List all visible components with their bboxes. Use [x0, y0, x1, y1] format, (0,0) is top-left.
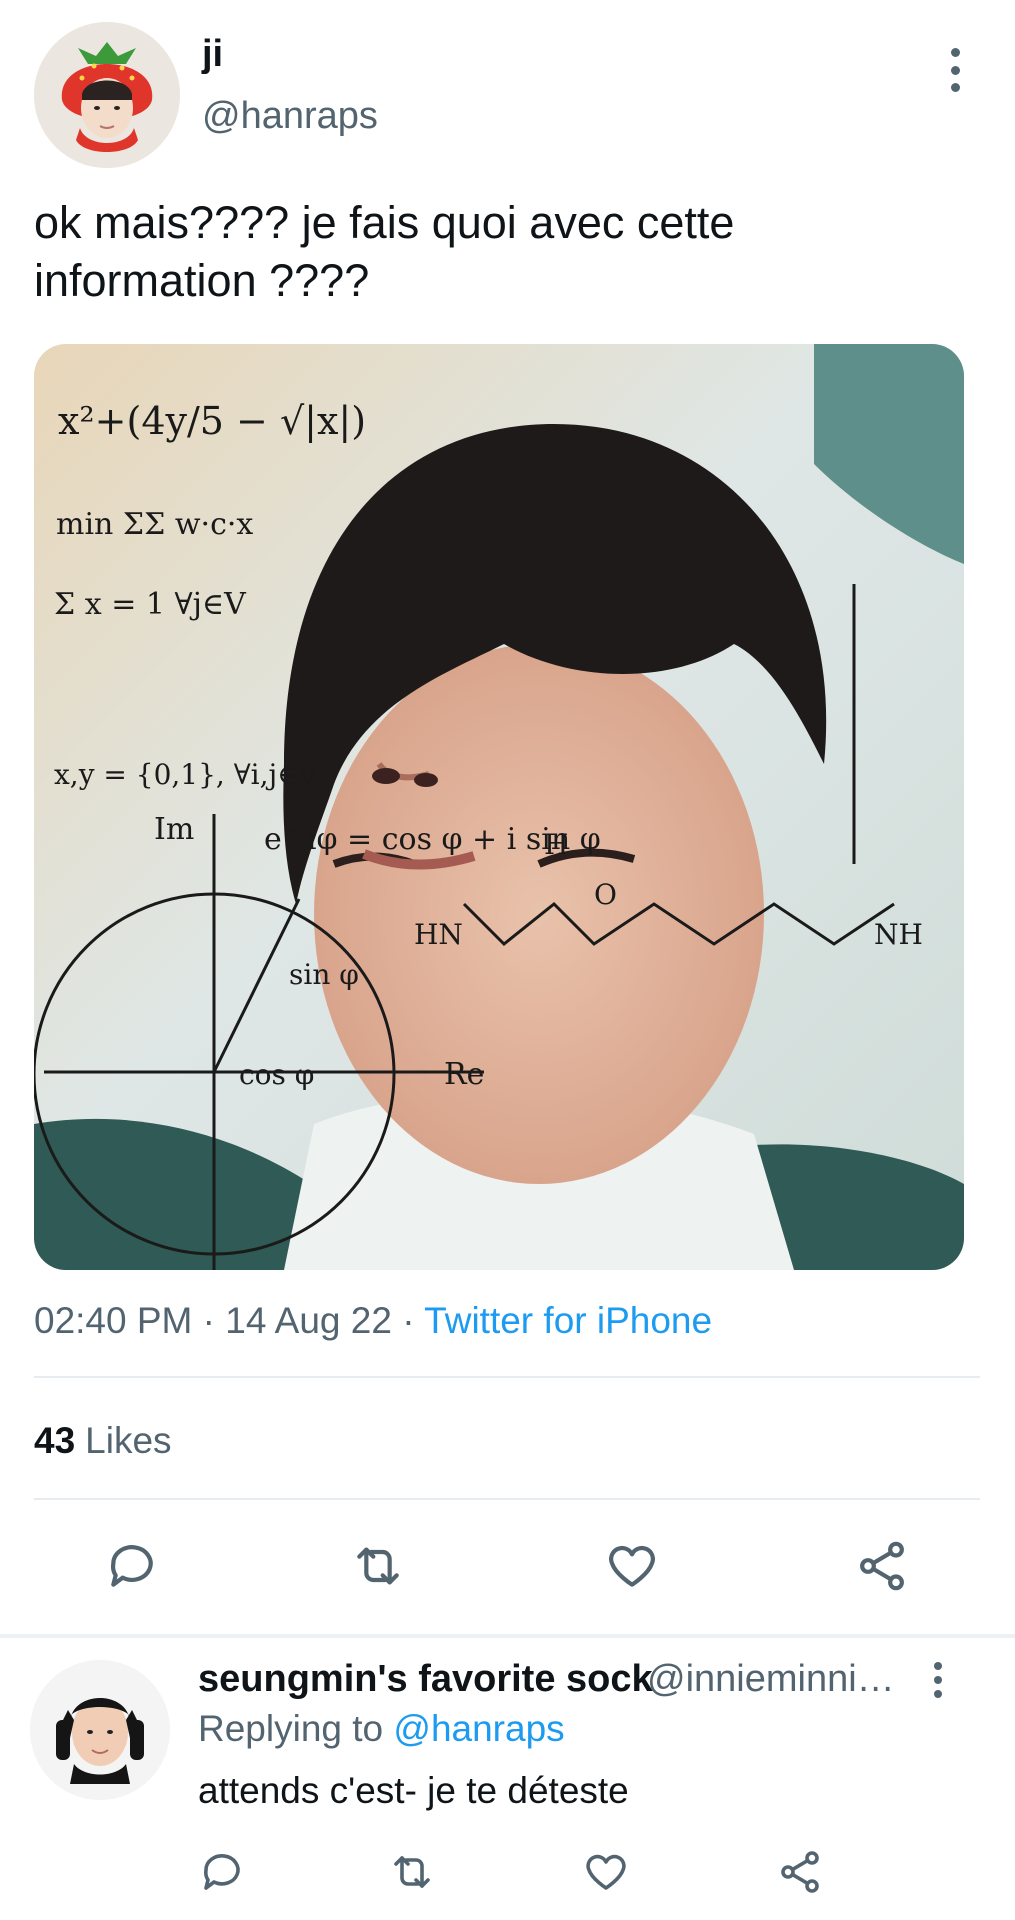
media-formula-1: x²+(4y/5 − √|x|): [58, 399, 366, 443]
meta-separator: ·: [202, 1300, 215, 1341]
tweet-media-image[interactable]: x²+(4y/5 − √|x|) min ΣΣ w·c·x Σ x = 1 ∀j…: [34, 344, 964, 1270]
media-formula-10: HN: [414, 918, 463, 951]
reply-text: attends c'est- je te déteste: [198, 1770, 629, 1811]
likes-count: 43: [34, 1420, 76, 1461]
replying-mention-link[interactable]: @hanraps: [393, 1708, 564, 1749]
media-formula-7: Re: [444, 1057, 484, 1092]
tweet-text: ok mais???? je fais quoi avec cette info…: [34, 197, 735, 306]
divider: [34, 1498, 980, 1500]
like-icon[interactable]: [604, 1538, 660, 1594]
reply-display-name[interactable]: seungmin's favorite sock: [198, 1658, 653, 1701]
tweet-source-link[interactable]: Twitter for iPhone: [424, 1300, 712, 1341]
media-formula-11: NH: [874, 918, 923, 951]
reply-icon[interactable]: [104, 1538, 160, 1594]
replying-prefix: Replying to: [198, 1708, 384, 1749]
share-icon[interactable]: [854, 1538, 910, 1594]
media-formula-13: O: [594, 878, 617, 911]
retweet-icon[interactable]: [350, 1538, 406, 1594]
media-formula-4: x,y = {0,1}, ∀i,j∈V: [54, 758, 319, 791]
reply-user-handle[interactable]: @innieminnie...: [647, 1658, 909, 1701]
like-icon[interactable]: [582, 1848, 630, 1896]
media-formula-6: Im: [154, 812, 194, 847]
replying-to: Replying to @hanraps: [198, 1708, 565, 1750]
media-formula-12: H: [544, 828, 568, 861]
section-divider: [0, 1634, 1015, 1638]
tweet-meta: 02:40 PM · 14 Aug 22 · Twitter for iPhon…: [34, 1300, 712, 1342]
share-icon[interactable]: [776, 1848, 824, 1896]
reply-more-options-icon[interactable]: [925, 1662, 951, 1698]
tweet-time: 02:40 PM: [34, 1300, 193, 1341]
avatar[interactable]: [34, 22, 180, 168]
divider: [34, 1376, 980, 1378]
meta-separator: ·: [402, 1300, 415, 1341]
reply-avatar[interactable]: [30, 1660, 170, 1800]
likes-stat[interactable]: 43 Likes: [34, 1420, 172, 1462]
more-options-icon[interactable]: [940, 48, 970, 92]
media-formula-9: cos φ: [239, 1058, 314, 1091]
retweet-icon[interactable]: [388, 1848, 436, 1896]
media-formula-2: min ΣΣ w·c·x: [56, 507, 253, 542]
reply-icon[interactable]: [198, 1848, 246, 1896]
media-formula-3: Σ x = 1 ∀j∈V: [54, 587, 247, 622]
media-formula-8: sin φ: [289, 958, 359, 991]
display-name[interactable]: ji: [202, 34, 223, 74]
tweet-date: 14 Aug 22: [225, 1300, 392, 1341]
user-handle[interactable]: @hanraps: [202, 96, 378, 136]
likes-label: Likes: [85, 1420, 172, 1461]
